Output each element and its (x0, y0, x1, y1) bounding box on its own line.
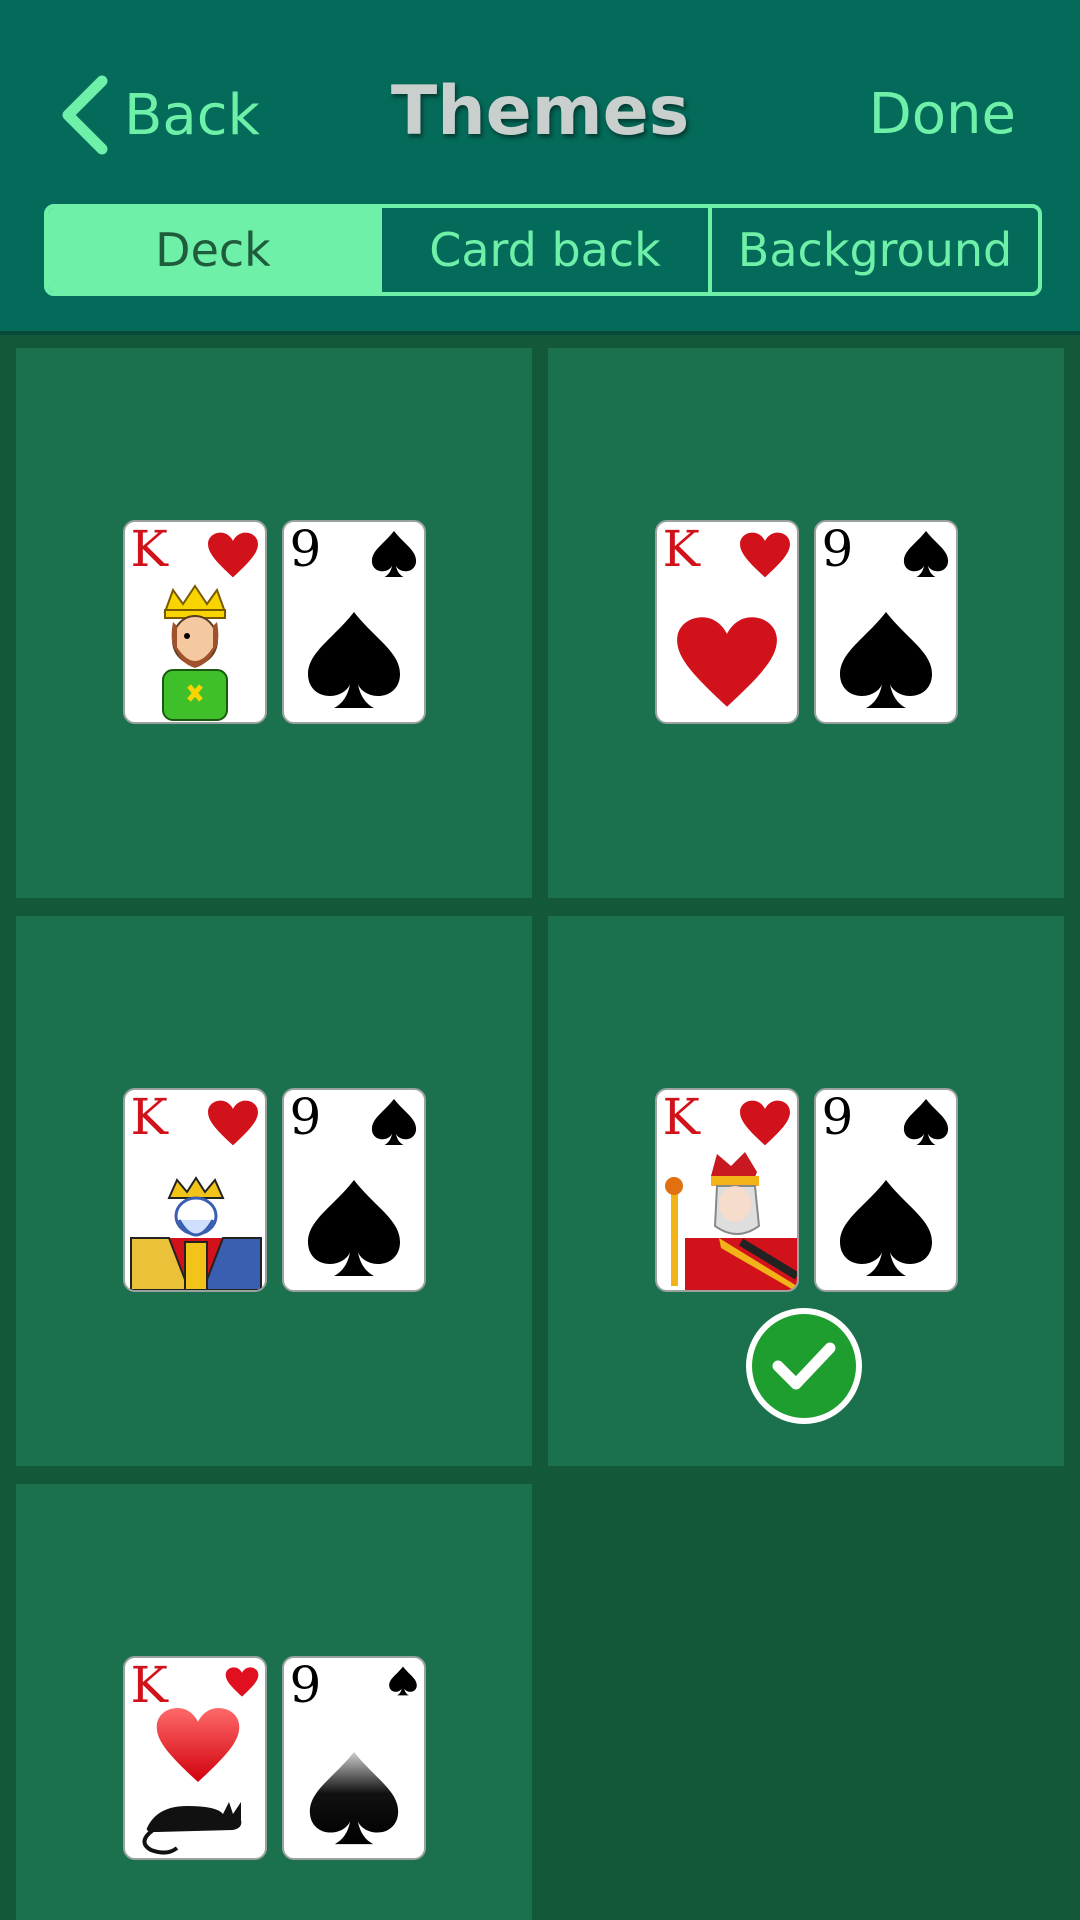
selected-check-icon (746, 1308, 862, 1424)
nine-of-spades-card: 9 (813, 1088, 958, 1292)
deck-option-cartoon[interactable]: K 9 (16, 348, 532, 898)
heart-pip-icon (676, 617, 777, 707)
king-of-hearts-card: K (122, 1088, 267, 1292)
heart-pip-icon (156, 1708, 239, 1782)
cartoon-king-figure (161, 584, 228, 721)
card-rank: 9 (289, 1088, 322, 1146)
classic-king-figure (129, 1176, 262, 1290)
card-rank: 9 (289, 1656, 322, 1714)
spade-pip-icon (307, 1180, 400, 1276)
tab-background[interactable]: Background (708, 208, 1038, 292)
spade-icon (371, 530, 416, 578)
card-rank: 9 (821, 520, 854, 578)
card-rank: K (662, 520, 700, 578)
nine-of-spades-card: 9 (813, 520, 958, 724)
deck-option-classic[interactable]: K 9 (16, 916, 532, 1466)
tab-deck[interactable]: Deck (48, 208, 378, 292)
tab-card-back[interactable]: Card back (378, 208, 708, 292)
spade-icon (371, 1098, 416, 1146)
card-rank: 9 (289, 520, 322, 578)
king-of-hearts-card: K (122, 1656, 267, 1860)
cat-silhouette-icon (142, 1802, 241, 1855)
spade-pip-icon (839, 612, 932, 708)
spade-icon (903, 530, 948, 578)
heart-icon (739, 532, 790, 578)
card-rank: 9 (821, 1088, 854, 1146)
king-of-hearts-card: K (654, 1088, 799, 1292)
deck-option-modern[interactable]: K 9 (548, 916, 1064, 1466)
heart-icon (207, 532, 258, 578)
top-bar: Back Themes Done Deck Card back Backgrou… (0, 0, 1080, 335)
spade-pip-icon (839, 1180, 932, 1276)
modern-king-figure (664, 1152, 797, 1290)
card-rank: K (130, 1088, 168, 1146)
heart-icon (207, 1100, 258, 1146)
theme-segmented-control: Deck Card back Background (44, 204, 1042, 296)
heart-icon (225, 1667, 258, 1697)
nine-of-spades-card: 9 (281, 520, 426, 724)
done-button[interactable]: Done (869, 82, 1016, 147)
deck-option-cat[interactable]: K 9 (16, 1484, 532, 1920)
deck-option-simple[interactable]: K 9 (548, 348, 1064, 898)
nine-of-spades-card: 9 (281, 1656, 426, 1860)
heart-icon (739, 1100, 790, 1146)
spade-pip-icon (307, 612, 400, 708)
card-rank: K (130, 520, 168, 578)
king-of-hearts-card: K (122, 520, 267, 724)
spade-pip-icon (309, 1751, 398, 1845)
spade-icon (903, 1098, 948, 1146)
king-of-hearts-card: K (654, 520, 799, 724)
spade-icon (388, 1666, 417, 1696)
nine-of-spades-card: 9 (281, 1088, 426, 1292)
card-rank: K (662, 1088, 700, 1146)
